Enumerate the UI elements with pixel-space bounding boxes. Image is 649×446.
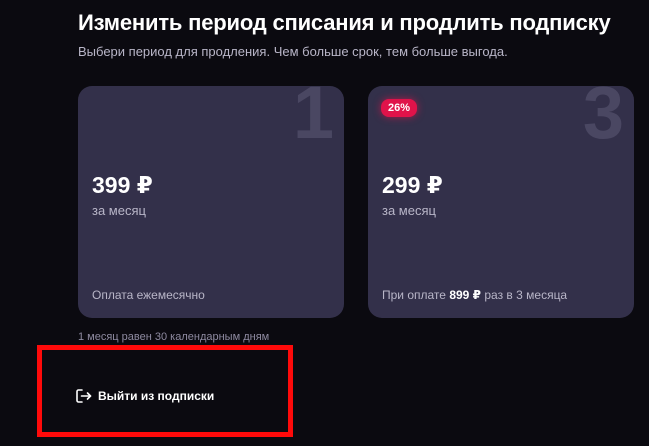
plan-number: 3 <box>582 86 624 154</box>
logout-icon <box>76 389 92 403</box>
exit-subscription-label: Выйти из подписки <box>98 389 215 403</box>
plan-card-3-months[interactable]: 26% 3 299 ₽ за месяц При оплате 899 ₽ ра… <box>368 86 634 318</box>
plan-price: 299 ₽ <box>382 172 443 198</box>
plan-footer-amount: 899 ₽ <box>449 288 482 302</box>
plan-price: 399 ₽ <box>92 172 153 198</box>
exit-subscription-button[interactable]: Выйти из подписки <box>76 389 214 403</box>
plan-period: за месяц <box>382 203 436 218</box>
plan-footer-suffix: раз в 3 месяца <box>484 288 568 302</box>
plan-footer: Оплата ежемесячно <box>92 288 205 302</box>
page-subtitle: Выбери период для продления. Чем больше … <box>78 44 508 59</box>
plan-number: 1 <box>292 86 334 154</box>
page: Изменить период списания и продлить подп… <box>0 0 649 446</box>
plan-footer-prefix: При оплате <box>382 288 446 302</box>
plan-period: за месяц <box>92 203 146 218</box>
plan-footer: При оплате 899 ₽ раз в 3 месяца <box>382 288 567 302</box>
page-title: Изменить период списания и продлить подп… <box>78 10 611 35</box>
period-note: 1 месяц равен 30 календарным дням <box>78 331 270 343</box>
plan-card-1-month[interactable]: 1 399 ₽ за месяц Оплата ежемесячно <box>78 86 344 318</box>
discount-badge: 26% <box>381 99 418 117</box>
